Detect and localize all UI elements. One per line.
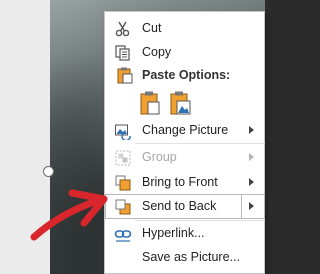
selection-handle[interactable] [43,166,54,177]
send-to-back-icon [114,198,132,216]
group-icon [114,149,132,167]
paste-use-destination-theme-button[interactable] [139,90,161,116]
menu-item-hyperlink[interactable]: Hyperlink... [105,221,265,246]
menu-item-cut[interactable]: Cut [105,16,265,41]
menu-item-label: Send to Back [142,199,217,213]
submenu-arrow-icon [249,126,254,134]
menu-item-label: Change Picture [142,123,229,137]
paste-icon [116,66,134,84]
split-divider [241,194,242,219]
bring-to-front-icon [114,174,132,192]
menu-item-change-picture[interactable]: Change Picture [105,118,265,143]
scissors-icon [114,20,132,38]
menu-item-label: Save as Picture... [142,250,240,264]
menu-item-bring-to-front[interactable]: Bring to Front [105,170,265,195]
change-picture-icon [114,122,132,142]
link-icon [114,225,132,243]
menu-item-label: Hyperlink... [142,226,205,240]
menu-item-group: Group [105,145,265,170]
submenu-arrow-icon [249,178,254,186]
submenu-arrow-icon [249,153,254,161]
menu-item-send-to-back[interactable]: Send to Back [105,194,265,219]
menu-item-label: Copy [142,45,172,59]
paste-options-label: Paste Options: [142,68,231,82]
paste-options-header: Paste Options: [105,62,265,87]
menu-item-save-as-picture[interactable]: Save as Picture... [105,245,265,270]
menu-item-label: Bring to Front [142,175,218,189]
menu-item-label: Cut [142,21,162,35]
copy-icon [114,44,132,62]
menu-separator [135,143,265,144]
paste-as-picture-button[interactable] [169,90,191,116]
menu-item-label: Group [142,150,177,164]
submenu-arrow-icon[interactable] [249,202,254,210]
context-menu: Cut Copy Paste Options: Change Picture G… [104,11,265,274]
slide-canvas [0,0,50,274]
